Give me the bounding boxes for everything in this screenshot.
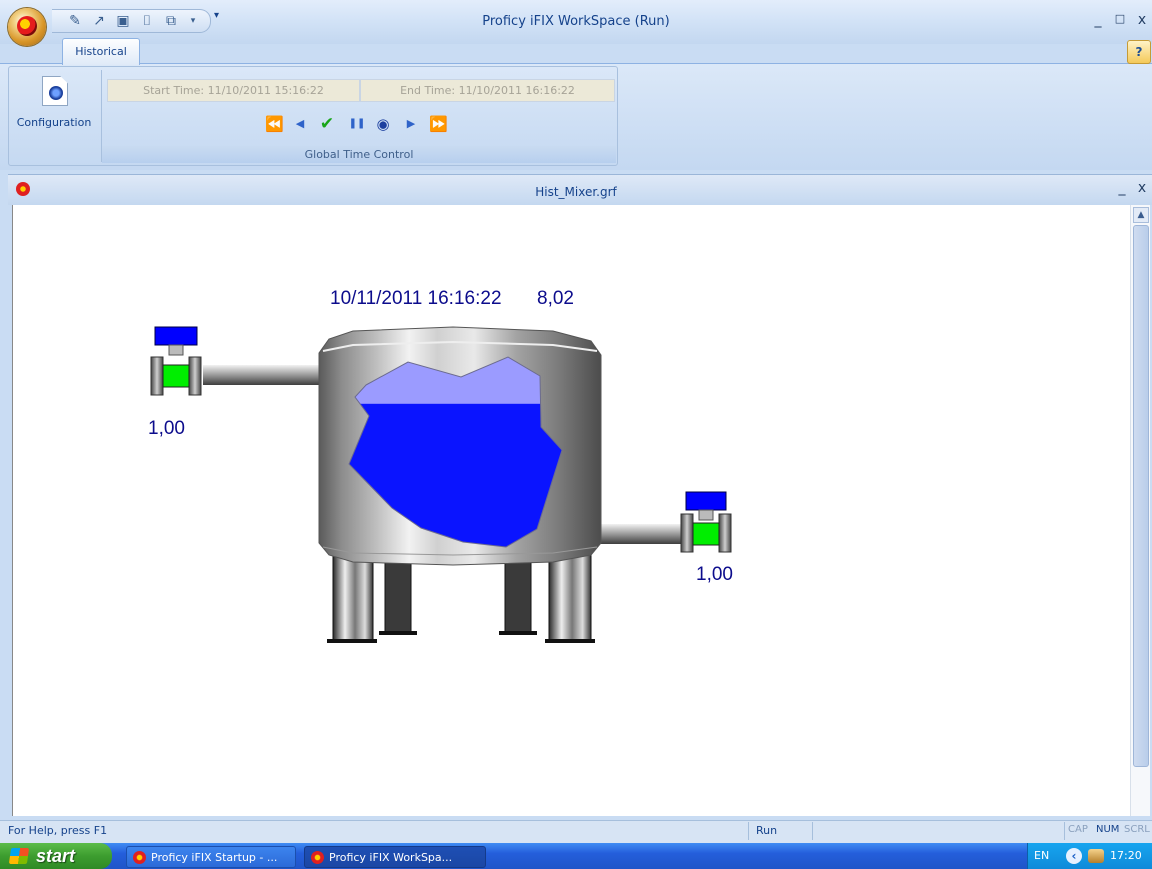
tank-level-value: 8,02 — [537, 288, 574, 309]
caps-lock-indicator: CAP — [1068, 824, 1088, 835]
configuration-icon[interactable] — [42, 76, 68, 106]
ifix-icon — [311, 851, 324, 864]
inlet-pipe — [203, 365, 329, 385]
outlet-valve-value: 1,00 — [696, 564, 733, 585]
help-icon[interactable]: ? — [1127, 40, 1151, 64]
clock-button[interactable]: ◉ — [374, 115, 392, 133]
status-mode: Run — [756, 824, 778, 837]
window-arrange-icon[interactable]: ⧉ — [162, 12, 180, 30]
inlet-valve-actuator — [154, 326, 198, 346]
language-indicator[interactable]: EN — [1034, 849, 1049, 862]
document-title: Hist_Mixer.grf — [535, 185, 617, 199]
status-divider — [1064, 822, 1065, 840]
taskbar-clock: 17:20 — [1110, 849, 1142, 862]
run-mode-icon[interactable]: ✎ — [66, 12, 84, 30]
windows-logo-icon — [8, 848, 30, 864]
quick-access-toolbar: ✎ ↗ ▣ ⌷ ⧉ ▾ — [52, 9, 211, 33]
vertical-scrollbar[interactable]: ▲ — [1130, 205, 1150, 816]
qat-dropdown-icon[interactable]: ▾ — [184, 12, 202, 30]
start-time-field: Start Time: 11/10/2011 15:16:22 — [107, 79, 360, 102]
minimize-button[interactable]: _ — [1090, 12, 1106, 28]
outlet-valve-actuator — [685, 491, 727, 511]
toggle-icon[interactable]: ▣ — [114, 12, 132, 30]
rewind-button[interactable]: ⏪ — [265, 115, 284, 133]
historical-timestamp: 10/11/2011 16:16:22 — [330, 288, 502, 309]
status-bar — [0, 820, 1152, 843]
step-forward-button[interactable]: ▶ — [402, 115, 420, 133]
document-minimize-button[interactable]: _ — [1114, 180, 1130, 196]
apply-button[interactable]: ✔ — [318, 115, 336, 133]
outlet-valve-body — [692, 522, 720, 546]
restore-button[interactable]: □ — [1112, 12, 1128, 25]
open-picture-icon[interactable]: ↗ — [90, 12, 108, 30]
tab-historical[interactable]: Historical — [62, 38, 140, 65]
window-title: Proficy iFIX WorkSpace (Run) — [482, 14, 670, 29]
scroll-thumb[interactable] — [1133, 225, 1149, 767]
end-time-field: End Time: 11/10/2011 16:16:22 — [360, 79, 615, 102]
inlet-valve-value: 1,00 — [148, 418, 185, 439]
taskbar-item-ifix-workspace[interactable]: Proficy iFIX WorkSpa... — [304, 846, 486, 868]
status-divider — [812, 822, 813, 840]
outlet-valve — [680, 491, 732, 553]
clock-icon — [49, 86, 63, 100]
inlet-valve-body — [162, 364, 190, 388]
app-logo-icon — [17, 16, 37, 36]
outlet-pipe — [597, 524, 689, 544]
document-close-button[interactable]: x — [1134, 180, 1150, 196]
application-menu-button[interactable] — [8, 8, 46, 46]
tank-legs — [327, 554, 595, 643]
show-hidden-icons-icon[interactable]: ‹ — [1066, 848, 1082, 864]
status-divider — [748, 822, 749, 840]
document-icon — [16, 182, 30, 196]
network-icon[interactable] — [1088, 849, 1104, 863]
fast-forward-button[interactable]: ⏩ — [429, 115, 448, 133]
configuration-button-label[interactable]: Configuration — [10, 116, 98, 129]
scroll-lock-indicator: SCRL — [1124, 824, 1150, 835]
close-button[interactable]: x — [1134, 12, 1150, 28]
ifix-icon — [133, 851, 146, 864]
num-lock-indicator: NUM — [1096, 824, 1120, 835]
status-help-text: For Help, press F1 — [8, 824, 108, 837]
full-screen-icon[interactable]: ⌷ — [138, 12, 156, 30]
taskbar-item-ifix-startup[interactable]: Proficy iFIX Startup - ... — [126, 846, 296, 868]
global-time-control-caption: Global Time Control — [102, 146, 616, 163]
pause-button[interactable]: ❚❚ — [348, 115, 366, 133]
scroll-up-icon[interactable]: ▲ — [1133, 207, 1149, 223]
inlet-valve — [150, 326, 202, 396]
step-back-button[interactable]: ◀ — [291, 115, 309, 133]
customize-qat-icon[interactable]: ▾ — [214, 10, 219, 21]
